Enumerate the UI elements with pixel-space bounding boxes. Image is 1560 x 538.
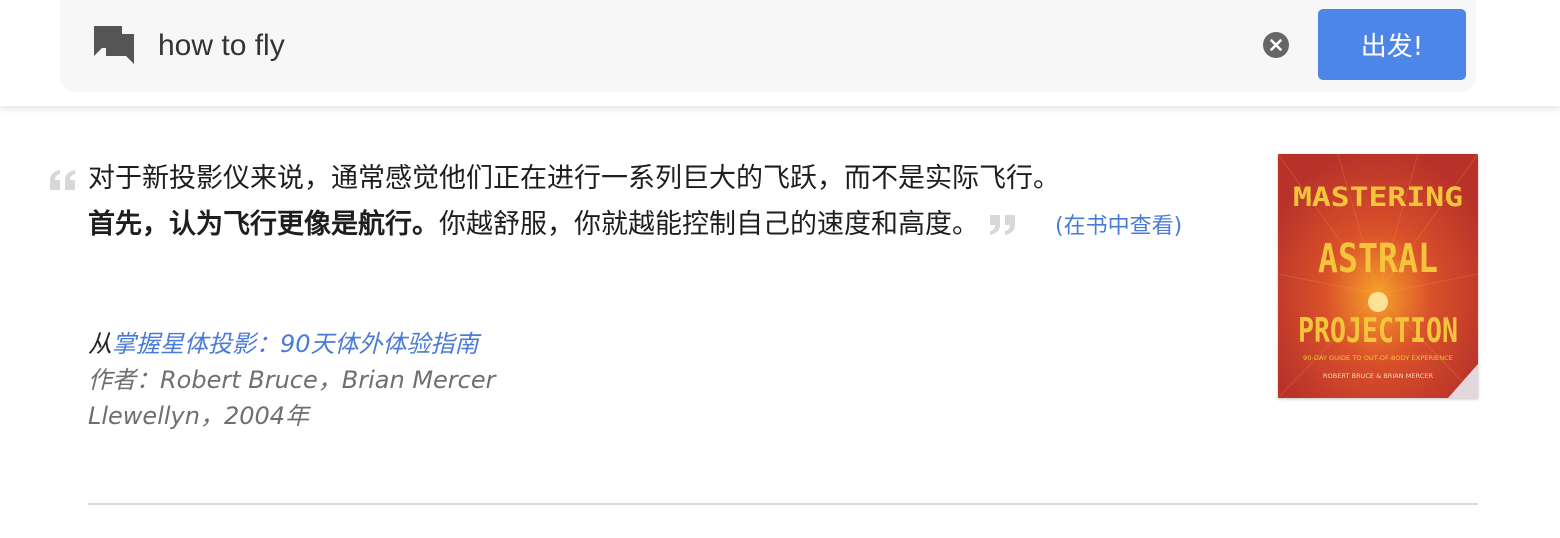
cover-subtitle: 90-DAY GUIDE TO OUT-OF-BODY EXPERIENCE: [1303, 355, 1453, 362]
cover-title-line1: MASTERING: [1293, 182, 1463, 213]
cover-title-line2: ASTRAL: [1318, 236, 1438, 282]
view-in-book-link[interactable]: (在书中查看): [1055, 214, 1182, 239]
cover-authors: ROBERT BRUCE & BRIAN MERCER: [1323, 373, 1433, 380]
source-title-line: 从掌握星体投影：90天体外体验指南: [88, 326, 495, 362]
close-icon: [1270, 39, 1282, 51]
quote-text-part1: 对于新投影仪来说，通常感觉他们正在进行一系列巨大的飞跃，而不是实际飞行。: [88, 163, 1060, 194]
header: 出发!: [0, 0, 1560, 106]
cover-title-line3: PROJECTION: [1298, 311, 1458, 351]
close-quote-icon: [990, 214, 1015, 235]
go-button[interactable]: 出发!: [1318, 9, 1466, 80]
quote-text-part2: 你越舒服，你就越能控制自己的速度和高度。: [439, 209, 979, 240]
result-divider: [88, 503, 1478, 505]
result-quote: 对于新投影仪来说，通常感觉他们正在进行一系列巨大的飞跃，而不是实际飞行。 首先，…: [88, 156, 1248, 250]
chat-icon: [94, 26, 134, 64]
source-prefix: 从: [88, 330, 112, 358]
clear-search-button[interactable]: [1263, 32, 1289, 58]
page: 出发! 对于新投影仪来说，通常感觉他们正在进行一系列巨大的飞跃，而不是实际飞行。…: [0, 0, 1560, 538]
quote-text-bold: 首先，认为飞行更像是航行。: [88, 209, 439, 240]
book-cover-image[interactable]: MASTERING ASTRAL PROJECTION 90-DAY GUIDE…: [1278, 154, 1478, 398]
book-authors: 作者：Robert Bruce，Brian Mercer: [88, 366, 496, 394]
book-title-link[interactable]: 掌握星体投影：90天体外体验指南: [112, 330, 479, 358]
source-info: 从掌握星体投影：90天体外体验指南 作者：Robert Bruce，Brian …: [88, 326, 495, 434]
book-publisher-year: Llewellyn，2004年: [88, 402, 310, 430]
open-quote-icon: [50, 170, 75, 190]
search-input[interactable]: [158, 24, 1238, 68]
search-bar: 出发!: [60, 0, 1476, 92]
